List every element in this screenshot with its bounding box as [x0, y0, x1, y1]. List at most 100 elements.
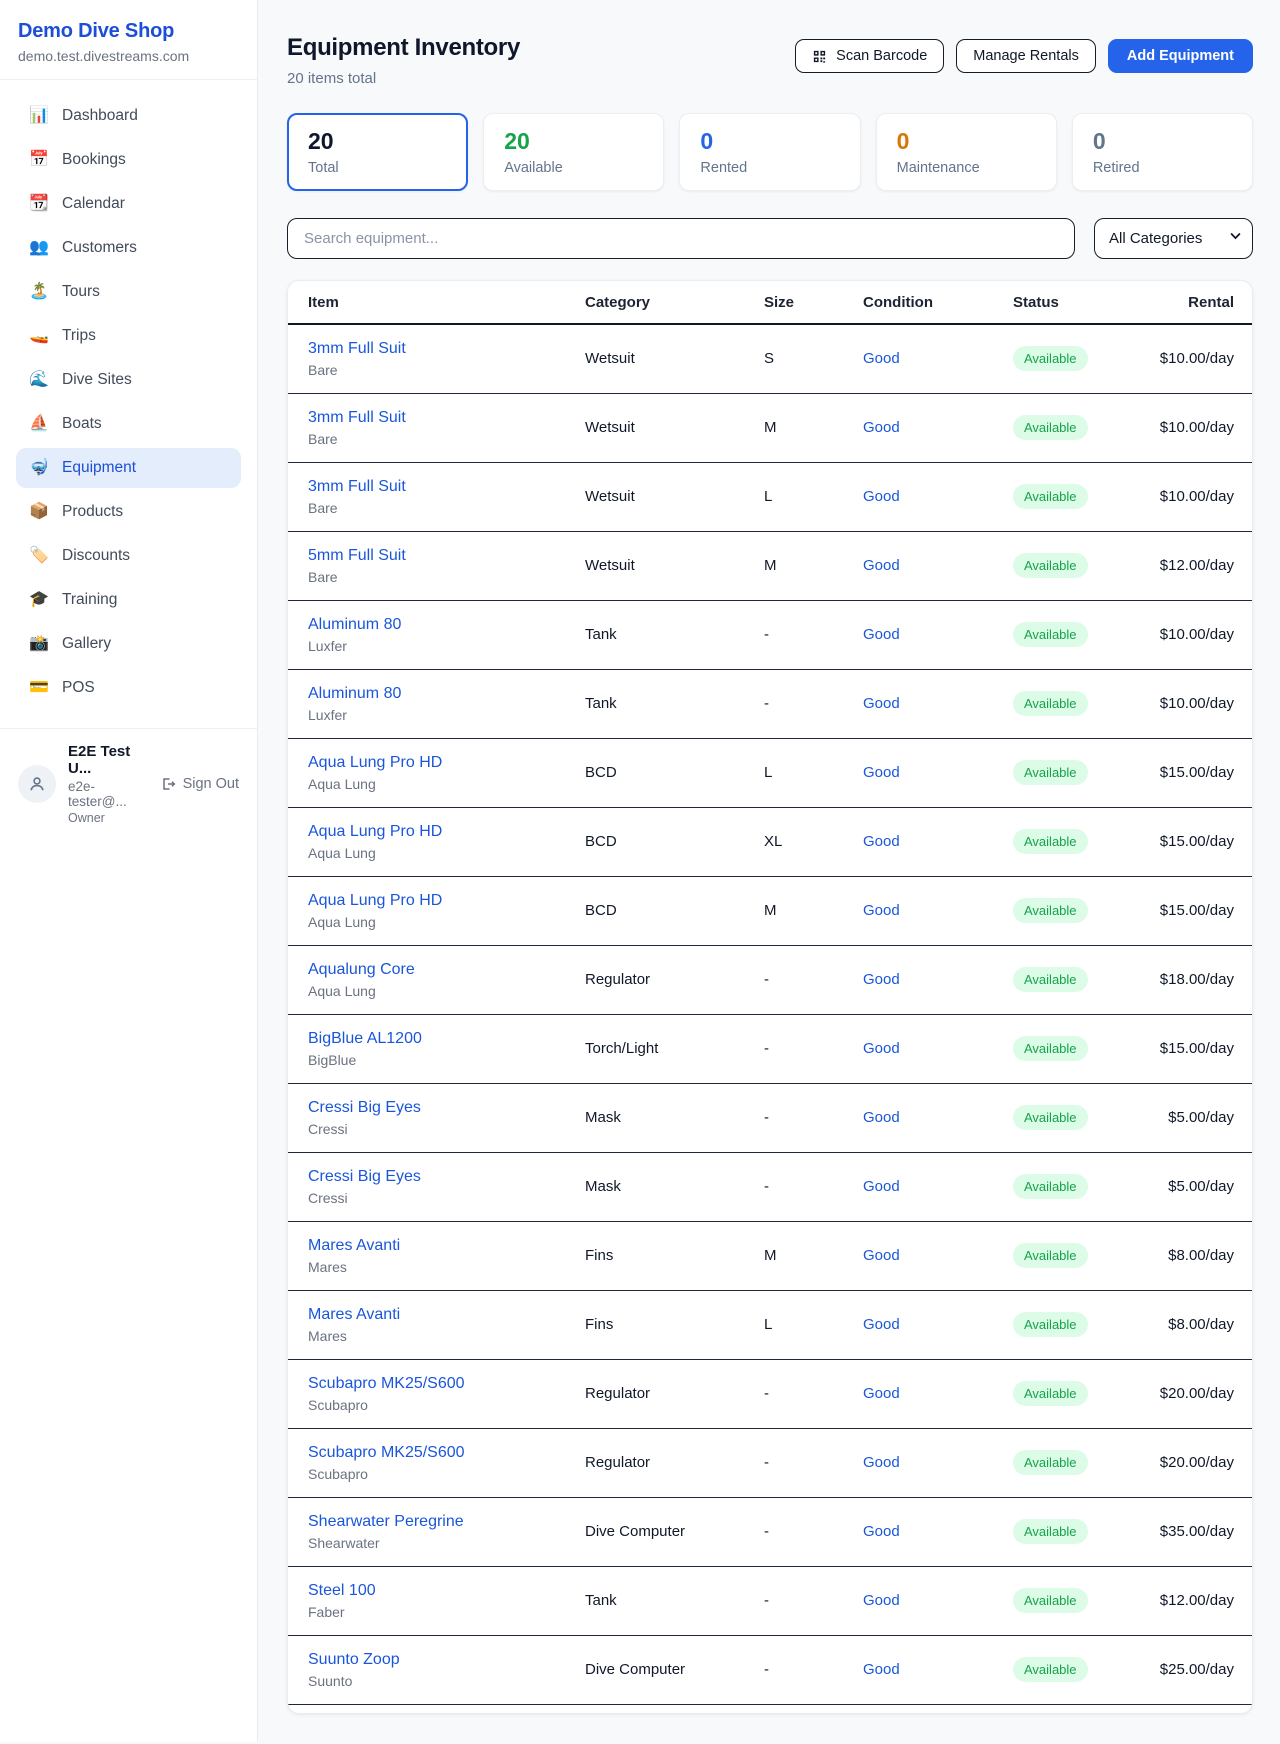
stat-value: 20	[504, 128, 643, 156]
item-name-link[interactable]: Aqua Lung Pro HD	[308, 823, 442, 841]
item-condition-link[interactable]: Good	[863, 1316, 900, 1333]
stat-card-rented[interactable]: 0 Rented	[679, 113, 860, 191]
category-select[interactable]: All Categories	[1094, 218, 1253, 259]
table-row[interactable]: 3mm Full Suit Bare Wetsuit S Good Availa…	[288, 324, 1252, 393]
stat-card-retired[interactable]: 0 Retired	[1072, 113, 1253, 191]
table-row[interactable]: 3mm Full Suit Bare Wetsuit L Good Availa…	[288, 462, 1252, 531]
item-brand: Faber	[308, 1604, 585, 1620]
table-row[interactable]: Aluminum 80 Luxfer Tank - Good Available…	[288, 600, 1252, 669]
person-icon	[28, 775, 46, 793]
item-name-link[interactable]: Mares Avanti	[308, 1306, 400, 1324]
item-condition-link[interactable]: Good	[863, 695, 900, 712]
item-name-link[interactable]: Cressi Big Eyes	[308, 1168, 421, 1186]
table-row[interactable]: Aqua Lung Pro HD Aqua Lung BCD XL Good A…	[288, 807, 1252, 876]
manage-rentals-button[interactable]: Manage Rentals	[956, 39, 1096, 73]
item-condition-link[interactable]: Good	[863, 1454, 900, 1471]
table-row[interactable]: 3mm Full Suit Bare Wetsuit M Good Availa…	[288, 393, 1252, 462]
column-header-item: Item	[288, 281, 585, 324]
item-condition-link[interactable]: Good	[863, 1523, 900, 1540]
item-name-link[interactable]: 5mm Full Suit	[308, 547, 406, 565]
item-name-link[interactable]: Mares Avanti	[308, 1237, 400, 1255]
item-size: M	[764, 902, 777, 919]
item-name-link[interactable]: Shearwater Peregrine	[308, 1513, 464, 1531]
table-row[interactable]: Aqua Lung Pro HD Aqua Lung BCD L Good Av…	[288, 738, 1252, 807]
item-name-link[interactable]: Aqua Lung Pro HD	[308, 892, 442, 910]
sidebar-item-trips[interactable]: 🚤 Trips	[16, 316, 241, 356]
item-name-link[interactable]: 3mm Full Suit	[308, 340, 406, 358]
sidebar-item-dive-sites[interactable]: 🌊 Dive Sites	[16, 360, 241, 400]
sign-out-button[interactable]: Sign Out	[160, 776, 239, 792]
table-row[interactable]: BigBlue AL1200 BigBlue Torch/Light - Goo…	[288, 1014, 1252, 1083]
item-condition-link[interactable]: Good	[863, 902, 900, 919]
item-condition-link[interactable]: Good	[863, 1592, 900, 1609]
item-condition-link[interactable]: Good	[863, 833, 900, 850]
item-condition-link[interactable]: Good	[863, 350, 900, 367]
item-condition-link[interactable]: Good	[863, 1385, 900, 1402]
sidebar-item-boats[interactable]: ⛵ Boats	[16, 404, 241, 444]
item-name-link[interactable]: Suunto Zoop	[308, 1651, 400, 1669]
item-condition-link[interactable]: Good	[863, 419, 900, 436]
item-condition-link[interactable]: Good	[863, 1109, 900, 1126]
item-size: M	[764, 557, 777, 574]
sidebar-item-equipment[interactable]: 🤿 Equipment	[16, 448, 241, 488]
item-rental-price: $25.00/day	[1160, 1661, 1234, 1678]
item-condition-link[interactable]: Good	[863, 1178, 900, 1195]
item-condition-link[interactable]: Good	[863, 1247, 900, 1264]
sidebar-item-products[interactable]: 📦 Products	[16, 492, 241, 532]
table-row[interactable]: Scubapro MK25/S600 Scubapro Regulator - …	[288, 1359, 1252, 1428]
table-row[interactable]: Cressi Big Eyes Cressi Mask - Good Avail…	[288, 1083, 1252, 1152]
item-condition-link[interactable]: Good	[863, 1661, 900, 1678]
item-name-link[interactable]: Aluminum 80	[308, 616, 401, 634]
item-condition-link[interactable]: Good	[863, 626, 900, 643]
sidebar-item-calendar[interactable]: 📆 Calendar	[16, 184, 241, 224]
sidebar-item-pos[interactable]: 💳 POS	[16, 668, 241, 708]
table-row[interactable]: Aluminum 80 Luxfer Tank - Good Available…	[288, 669, 1252, 738]
item-name-link[interactable]: Aluminum 80	[308, 685, 401, 703]
table-row[interactable]: Cressi Big Eyes Cressi Mask - Good Avail…	[288, 1152, 1252, 1221]
credit-card-icon: 💳	[29, 680, 49, 696]
stat-card-maintenance[interactable]: 0 Maintenance	[876, 113, 1057, 191]
item-name-link[interactable]: 3mm Full Suit	[308, 409, 406, 427]
search-input[interactable]	[287, 218, 1075, 259]
sidebar-item-label: Discounts	[62, 547, 130, 565]
table-row[interactable]: Steel 100 Faber Tank - Good Available $1…	[288, 1566, 1252, 1635]
item-name-link[interactable]: BigBlue AL1200	[308, 1030, 422, 1048]
sidebar-item-customers[interactable]: 👥 Customers	[16, 228, 241, 268]
stat-card-available[interactable]: 20 Available	[483, 113, 664, 191]
table-row[interactable]: Shearwater Peregrine Shearwater Dive Com…	[288, 1497, 1252, 1566]
table-row[interactable]: Suunto Zoop Suunto Dive Computer - Good …	[288, 1635, 1252, 1704]
table-row[interactable]: Mares Avanti Mares Fins L Good Available…	[288, 1290, 1252, 1359]
item-condition-link[interactable]: Good	[863, 1040, 900, 1057]
table-row[interactable]: Mares Avanti Mares Fins M Good Available…	[288, 1221, 1252, 1290]
item-condition-link[interactable]: Good	[863, 971, 900, 988]
scan-barcode-button[interactable]: Scan Barcode	[795, 39, 944, 73]
user-name: E2E Test U...	[68, 743, 148, 777]
item-name-link[interactable]: Aqualung Core	[308, 961, 415, 979]
sidebar-item-bookings[interactable]: 📅 Bookings	[16, 140, 241, 180]
item-condition-link[interactable]: Good	[863, 557, 900, 574]
table-row[interactable]: Scubapro MK25/S600 Scubapro Regulator - …	[288, 1428, 1252, 1497]
table-row[interactable]: Aqua Lung Pro HD Aqua Lung BCD M Good Av…	[288, 876, 1252, 945]
stat-card-total[interactable]: 20 Total	[287, 113, 468, 191]
item-name-link[interactable]: Steel 100	[308, 1582, 376, 1600]
equipment-table-card: Item Category Size Condition Status Rent…	[287, 280, 1253, 1714]
table-row[interactable]: Aqualung Core Aqua Lung Regulator - Good…	[288, 945, 1252, 1014]
item-name-link[interactable]: 3mm Full Suit	[308, 478, 406, 496]
sidebar-item-gallery[interactable]: 📸 Gallery	[16, 624, 241, 664]
item-category: Tank	[585, 626, 617, 643]
sidebar-item-training[interactable]: 🎓 Training	[16, 580, 241, 620]
item-condition-link[interactable]: Good	[863, 488, 900, 505]
add-equipment-button[interactable]: Add Equipment	[1108, 39, 1253, 73]
item-name-link[interactable]: Cressi Big Eyes	[308, 1099, 421, 1117]
sidebar-item-tours[interactable]: 🏝️ Tours	[16, 272, 241, 312]
sidebar-item-discounts[interactable]: 🏷️ Discounts	[16, 536, 241, 576]
table-row[interactable]: 5mm Full Suit Bare Wetsuit M Good Availa…	[288, 531, 1252, 600]
item-category: Regulator	[585, 1385, 650, 1402]
item-name-link[interactable]: Scubapro MK25/S600	[308, 1444, 465, 1462]
item-name-link[interactable]: Aqua Lung Pro HD	[308, 754, 442, 772]
item-condition-link[interactable]: Good	[863, 764, 900, 781]
sidebar-item-dashboard[interactable]: 📊 Dashboard	[16, 96, 241, 136]
item-category: Dive Computer	[585, 1523, 685, 1540]
item-name-link[interactable]: Scubapro MK25/S600	[308, 1375, 465, 1393]
item-size: S	[764, 350, 774, 367]
